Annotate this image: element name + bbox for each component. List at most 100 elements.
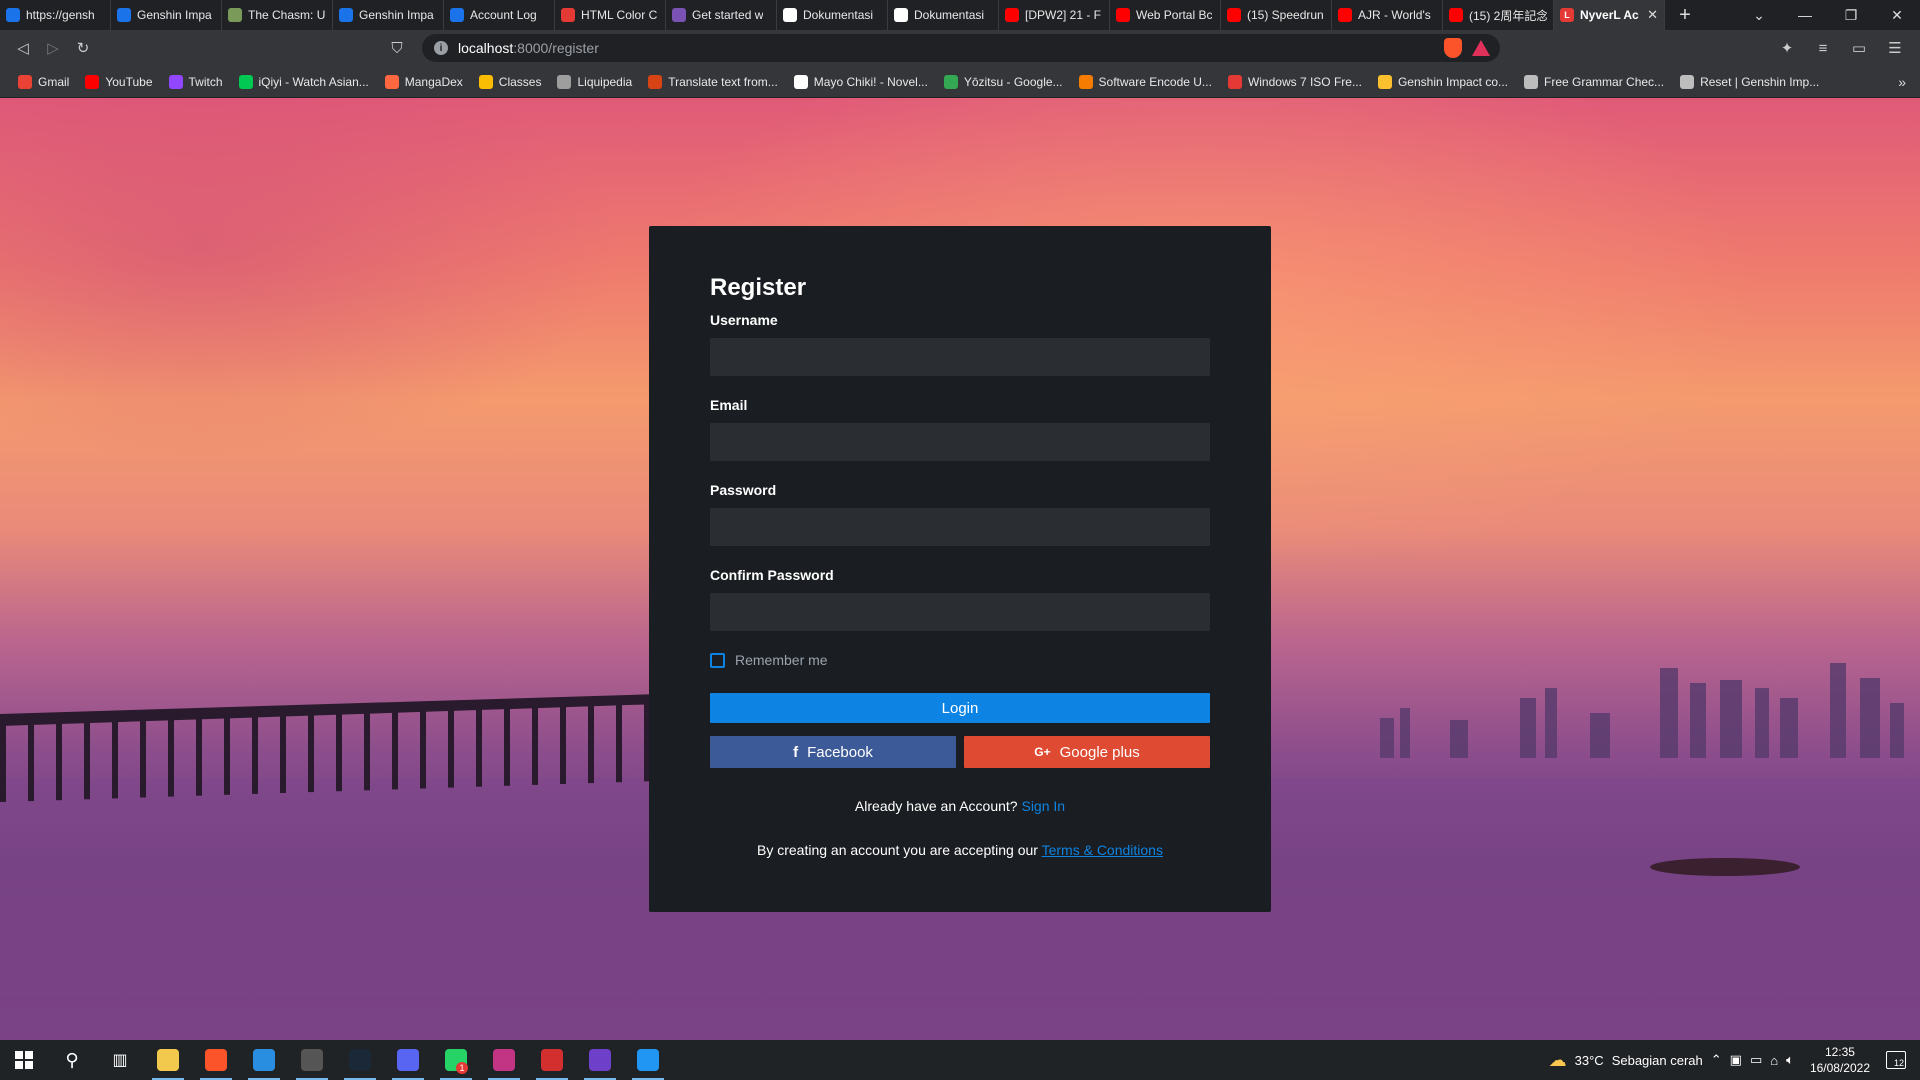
- tab-12[interactable]: AJR - World's: [1332, 0, 1443, 30]
- weather-temp[interactable]: 33°C: [1575, 1053, 1604, 1068]
- weather-desc[interactable]: Sebagian cerah: [1612, 1053, 1703, 1068]
- confirm-password-input[interactable]: [710, 593, 1210, 631]
- tab-strip: https://gensh Genshin Impa The Chasm: U Gen…: [0, 0, 1920, 30]
- taskbar-app-brave[interactable]: [192, 1040, 240, 1080]
- taskbar-app-whatsapp[interactable]: 1: [432, 1040, 480, 1080]
- password-input[interactable]: [710, 508, 1210, 546]
- bookmark-item[interactable]: Yōzitsu - Google...: [936, 70, 1071, 94]
- taskbar-app-obs[interactable]: [288, 1040, 336, 1080]
- show-hidden-icons[interactable]: ⌃: [1711, 1052, 1722, 1068]
- tab-title: Web Portal Bc: [1136, 8, 1213, 22]
- bridge-pillar: [420, 708, 426, 789]
- taskbar-app-photos[interactable]: [624, 1040, 672, 1080]
- taskbar-app-vscode[interactable]: [240, 1040, 288, 1080]
- bookmark-item[interactable]: Free Grammar Chec...: [1516, 70, 1672, 94]
- bookmark-favicon-icon: [238, 74, 253, 89]
- bookmark-item[interactable]: MangaDex: [377, 70, 471, 94]
- steam-icon: [349, 1049, 371, 1071]
- tab-4[interactable]: Account Log: [444, 0, 555, 30]
- bookmark-item[interactable]: YouTube: [77, 70, 160, 94]
- facebook-icon: f: [793, 743, 799, 761]
- tab-2[interactable]: The Chasm: U: [222, 0, 333, 30]
- tab-search-icon[interactable]: ⌄: [1736, 0, 1782, 30]
- taskbar-app-wps-office[interactable]: [528, 1040, 576, 1080]
- back-button[interactable]: ◁: [8, 34, 38, 62]
- bookmark-item[interactable]: Translate text from...: [640, 70, 786, 94]
- bookmark-item[interactable]: iQiyi - Watch Asian...: [231, 70, 377, 94]
- tab-3[interactable]: Genshin Impa: [333, 0, 444, 30]
- bookmark-item[interactable]: Liquipedia: [549, 70, 640, 94]
- brave-rewards-icon[interactable]: [1472, 40, 1490, 56]
- google-plus-button[interactable]: G+ Google plus: [964, 736, 1210, 768]
- tab-10[interactable]: Web Portal Bc: [1110, 0, 1221, 30]
- start-button[interactable]: [0, 1040, 48, 1080]
- google-plus-icon: G+: [1034, 745, 1051, 759]
- remember-me-checkbox[interactable]: [710, 652, 725, 668]
- bookmark-item[interactable]: Classes: [471, 70, 550, 94]
- menu-icon[interactable]: ☰: [1880, 34, 1910, 62]
- taskbar-app-file-explorer[interactable]: [144, 1040, 192, 1080]
- close-tab-icon[interactable]: ✕: [1647, 7, 1658, 23]
- clock[interactable]: 12:35 16/08/2022: [1810, 1044, 1870, 1076]
- tab-active[interactable]: L NyverL Ac ✕: [1554, 0, 1665, 30]
- taskbar-app-discord[interactable]: [384, 1040, 432, 1080]
- tab-7[interactable]: Dokumentasi: [777, 0, 888, 30]
- browser-toolbar: ◁ ▷ ↻ ⛉ i localhost :8000/register ✦ ≡ ▭…: [0, 30, 1920, 66]
- minimize-button[interactable]: —: [1782, 0, 1828, 30]
- brave-shields-icon[interactable]: [1444, 38, 1462, 58]
- tab-9[interactable]: [DPW2] 21 - F: [999, 0, 1110, 30]
- tab-6[interactable]: Get started w: [666, 0, 777, 30]
- remember-me-label[interactable]: Remember me: [735, 652, 828, 668]
- terms-link[interactable]: Terms & Conditions: [1042, 842, 1163, 858]
- bookmark-label: Genshin Impact co...: [1397, 74, 1509, 89]
- bookmark-item[interactable]: Windows 7 ISO Fre...: [1220, 70, 1370, 94]
- battery-icon[interactable]: ▭: [1750, 1052, 1762, 1068]
- volume-icon[interactable]: 🔈︎: [1786, 1052, 1794, 1068]
- tab-5[interactable]: HTML Color C: [555, 0, 666, 30]
- forward-button[interactable]: ▷: [38, 34, 68, 62]
- bookmark-icon[interactable]: ⛉: [382, 34, 412, 62]
- bookmark-item[interactable]: Gmail: [10, 70, 77, 94]
- bookmark-label: Liquipedia: [577, 74, 633, 89]
- task-view-button[interactable]: ▥: [96, 1040, 144, 1080]
- sign-in-link[interactable]: Sign In: [1021, 798, 1065, 814]
- bookmark-item[interactable]: Software Encode U...: [1071, 70, 1220, 94]
- tab-8[interactable]: Dokumentasi: [888, 0, 999, 30]
- bookmark-item[interactable]: Reset | Genshin Imp...: [1672, 70, 1827, 94]
- bridge-pillar: [392, 709, 398, 790]
- bridge-pillar: [336, 711, 342, 792]
- tab-0[interactable]: https://gensh: [0, 0, 111, 30]
- search-button[interactable]: ⚲: [48, 1040, 96, 1080]
- site-info-icon[interactable]: i: [434, 41, 448, 55]
- network-icon[interactable]: ⌂: [1770, 1053, 1778, 1068]
- bookmark-favicon-icon: [1227, 74, 1242, 89]
- bookmark-item[interactable]: Twitch: [161, 70, 231, 94]
- taskbar-app-steam[interactable]: [336, 1040, 384, 1080]
- close-window-button[interactable]: ✕: [1874, 0, 1920, 30]
- username-input[interactable]: [710, 338, 1210, 376]
- facebook-button[interactable]: f Facebook: [710, 736, 956, 768]
- email-input[interactable]: [710, 423, 1210, 461]
- weather-icon[interactable]: ☁: [1549, 1050, 1567, 1071]
- bookmark-item[interactable]: Mayo Chiki! - Novel...: [786, 70, 936, 94]
- reading-list-icon[interactable]: ≡: [1808, 34, 1838, 62]
- taskbar-app-instagram[interactable]: [480, 1040, 528, 1080]
- restore-button[interactable]: ❐: [1828, 0, 1874, 30]
- new-tab-button[interactable]: +: [1665, 0, 1705, 30]
- meet-now-icon[interactable]: ▣: [1730, 1052, 1742, 1068]
- tab-13[interactable]: (15) 2周年記念: [1443, 0, 1554, 30]
- address-bar[interactable]: i localhost :8000/register: [422, 34, 1500, 62]
- instagram-icon: [493, 1049, 515, 1071]
- bookmark-item[interactable]: Genshin Impact co...: [1370, 70, 1516, 94]
- notification-center-button[interactable]: 12: [1886, 1051, 1906, 1069]
- wallet-icon[interactable]: ▭: [1844, 34, 1874, 62]
- taskbar-app-github-desktop[interactable]: [576, 1040, 624, 1080]
- extensions-icon[interactable]: ✦: [1772, 34, 1802, 62]
- bookmark-favicon-icon: [1078, 74, 1093, 89]
- tab-1[interactable]: Genshin Impa: [111, 0, 222, 30]
- tab-11[interactable]: (15) Speedrun: [1221, 0, 1332, 30]
- login-button[interactable]: Login: [710, 693, 1210, 723]
- bookmarks-overflow-button[interactable]: »: [1898, 74, 1906, 90]
- reload-button[interactable]: ↻: [68, 34, 98, 62]
- tab-title: Genshin Impa: [137, 8, 212, 22]
